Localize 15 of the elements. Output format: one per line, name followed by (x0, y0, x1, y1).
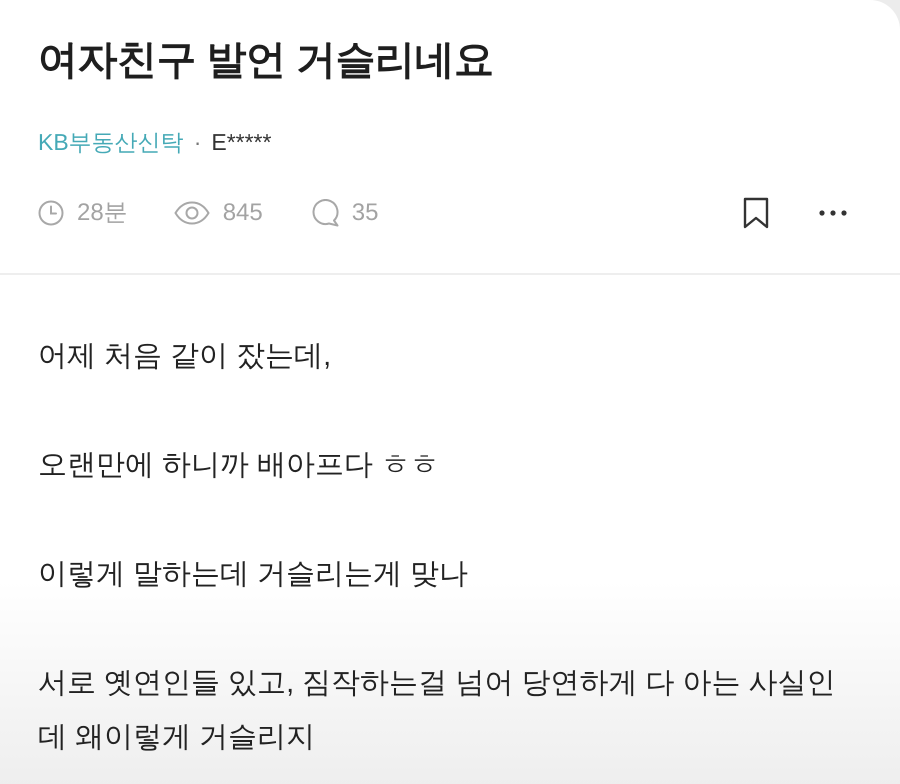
eye-icon (174, 201, 210, 225)
body-paragraph: 이렇게 말하는데 거슬리는게 맞나 (38, 557, 470, 592)
board-link[interactable]: KB부동산신탁 (38, 127, 184, 157)
body-paragraph: 어제 처음 같이 잤는데, (38, 339, 332, 374)
more-button[interactable] (819, 210, 847, 216)
body-paragraph: 서로 옛연인들 있고, 짐작하는걸 넘어 당연하게 다 아는 사실인데 왜이렇게 거슬리지 (38, 666, 837, 755)
separator-dot: · (194, 128, 202, 157)
bookmark-button[interactable] (743, 197, 769, 229)
stat-value: 35 (352, 198, 378, 228)
stat-value: 28분 (77, 198, 128, 228)
body-paragraph: 오랜만에 하니까 배아프다 ㅎㅎ (38, 448, 440, 483)
post-title: 여자친구 발언 거슬리네요 (38, 37, 495, 84)
clock-icon (38, 200, 64, 226)
author-name: E***** (211, 128, 272, 157)
stat-value: 845 (222, 198, 263, 228)
